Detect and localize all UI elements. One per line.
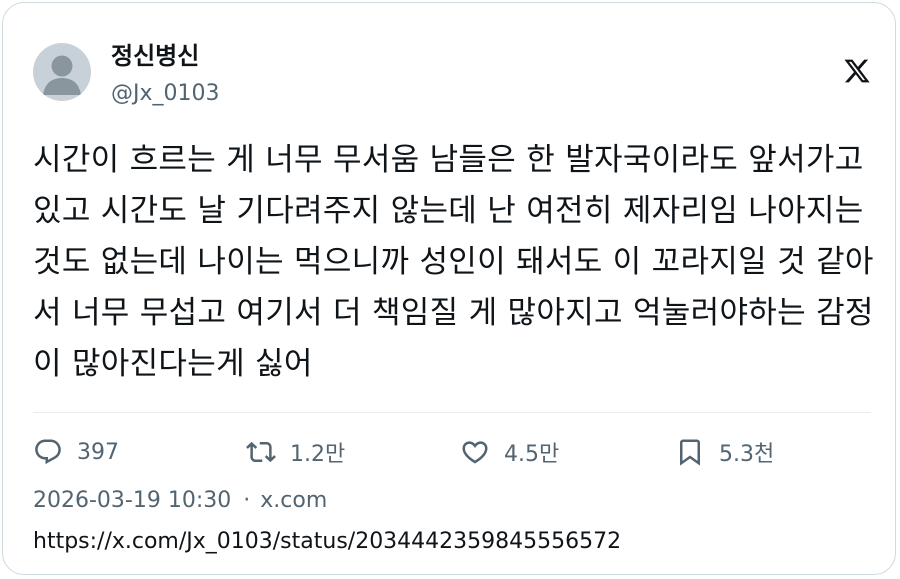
retweet-icon [246,441,276,463]
status-url[interactable]: https://x.com/Jx_0103/status/20344423598… [33,528,621,556]
like-button[interactable]: 4.5만 [460,435,559,469]
bookmark-button[interactable]: 5.3천 [675,435,774,469]
author-handle[interactable]: @Jx_0103 [111,80,220,108]
tweet-text: 시간이 흐르는 게 너무 무서움 남들은 한 발자국이라도 앞서가고 있고 시간… [33,142,874,382]
bookmark-count: 5.3천 [719,442,775,467]
bookmark-icon [680,439,700,466]
avatar[interactable] [33,43,91,101]
source-domain[interactable]: x.com [260,487,327,515]
meta-separator: · [243,488,251,513]
timestamp[interactable]: 2026-03-19 10:30 [33,487,231,515]
reply-icon [35,439,61,465]
author-display-name[interactable]: 정신병신 [111,41,199,71]
like-count: 4.5만 [504,442,560,467]
tweet-meta: 2026-03-19 10:30 · x.com [33,487,327,515]
retweet-count: 1.2만 [290,442,346,467]
tweet-card: 정신병신 @Jx_0103 시간이 흐르는 게 너무 무서움 남들은 한 발자국… [2,2,896,575]
heart-icon [462,441,488,464]
x-logo-icon[interactable] [843,57,871,85]
reply-button[interactable]: 397 [33,435,119,469]
divider [33,412,871,413]
default-avatar-icon [43,55,81,95]
retweet-button[interactable]: 1.2만 [246,435,345,469]
reply-count: 397 [77,439,119,465]
